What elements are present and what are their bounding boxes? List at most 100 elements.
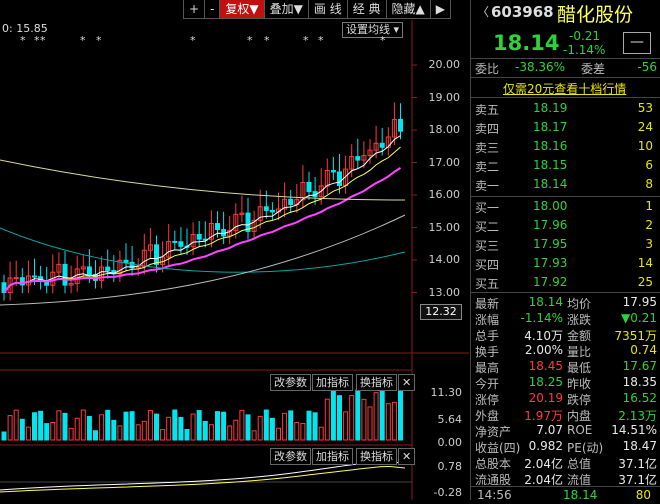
buy-row[interactable]: 买四 17.93 14 [471, 256, 660, 272]
volume-bar [44, 423, 50, 441]
buy-label: 买三 [475, 239, 500, 253]
vol-switch-indicator-button[interactable]: 换指标 [356, 374, 397, 391]
draw-line-button[interactable]: 画 线 [307, 0, 347, 19]
volume-bar [373, 392, 379, 441]
vol-change-param-button[interactable]: 改参数 [270, 374, 311, 391]
sell-volume: 6 [645, 158, 653, 172]
stat-label: PE(动) [567, 441, 604, 455]
volume-bar [99, 414, 105, 441]
volume-bar [166, 416, 172, 441]
sell-price: 18.19 [533, 101, 568, 115]
kline-svg: * * * * * * * * * * * [0, 20, 469, 500]
stat-row: 涨停 20.19 跌停 16.52 [471, 391, 660, 407]
buy-row[interactable]: 买一 18.00 1 [471, 199, 660, 215]
sell-row[interactable]: 卖五 18.19 53 [471, 101, 660, 117]
volume-bar [398, 390, 403, 441]
scroll-right-button[interactable]: ▶ [429, 0, 451, 19]
candle-body [172, 240, 178, 243]
zoom-in-button[interactable]: + [183, 0, 205, 19]
event-marker: * [190, 34, 196, 47]
volume-bar [184, 428, 190, 441]
macd-close-button[interactable]: ✕ [398, 448, 416, 465]
buy-label: 买四 [475, 258, 500, 272]
volume-bar [56, 410, 62, 441]
stat-label: 外盘 [475, 409, 500, 423]
expand-icon[interactable]: 〈 [477, 3, 489, 20]
stat-row: 总手 4.10万 金额 7351万 [471, 327, 660, 343]
stat-value: 2.00% [524, 343, 563, 357]
stat-value: 7351万 [614, 329, 657, 343]
weibi-row: 委比 -38.36% 委差 -56 [471, 60, 660, 76]
chart-toolbar: + - 复权▼ 叠加▼ 画 线 经 典 隐藏▲ ▶ [183, 0, 451, 19]
stock-code: 603968 [491, 3, 554, 21]
adjust-price-button[interactable]: 复权▼ [219, 0, 264, 19]
buy-price: 17.96 [533, 218, 568, 232]
collapse-button[interactable]: — [623, 32, 651, 54]
hide-button[interactable]: 隐藏▲ [385, 0, 430, 19]
overlay-button[interactable]: 叠加▼ [263, 0, 308, 19]
quote-change: -0.21 [569, 29, 601, 43]
buy-row[interactable]: 买五 17.92 25 [471, 275, 660, 291]
volume-bar [154, 413, 159, 441]
volume-bar [68, 427, 74, 441]
volume-bar [337, 395, 342, 441]
promo-link[interactable]: 仅需20元查看十档行情 [503, 80, 626, 97]
stat-label: ROE [567, 423, 593, 437]
buy-label: 买一 [475, 201, 500, 215]
candle-body [178, 241, 184, 247]
vol-close-button[interactable]: ✕ [398, 374, 416, 391]
stat-label: 量比 [567, 345, 592, 359]
stat-value: 18.35 [622, 375, 657, 389]
buy-row[interactable]: 买二 17.96 2 [471, 218, 660, 234]
sell-price: 18.16 [533, 139, 568, 153]
buy-volume: 2 [645, 218, 653, 232]
stat-value: 18.45 [528, 359, 563, 373]
vol-add-indicator-button[interactable]: 加指标 [312, 374, 353, 391]
volume-bar [263, 409, 269, 441]
sell-row[interactable]: 卖四 18.17 24 [471, 120, 660, 136]
sell-volume: 10 [637, 139, 653, 153]
volume-bar [294, 422, 300, 441]
volume-bar [318, 426, 324, 441]
sell-price: 18.14 [533, 177, 568, 191]
buy-volume: 14 [637, 256, 653, 270]
stat-label: 涨停 [475, 393, 500, 407]
buy-price: 18.00 [533, 199, 568, 213]
dea-line [0, 465, 406, 493]
classic-button[interactable]: 经 典 [346, 0, 386, 19]
sell-row[interactable]: 卖一 18.14 8 [471, 177, 660, 193]
volume-bar [38, 410, 44, 441]
volume-bar [245, 414, 251, 441]
macd-tick-low: -0.28 [433, 486, 462, 499]
sell-row[interactable]: 卖二 18.15 6 [471, 158, 660, 174]
volume-bar [74, 417, 80, 441]
volume-bar [62, 412, 68, 441]
macd-change-param-button[interactable]: 改参数 [270, 448, 311, 465]
buy-volume: 3 [645, 237, 653, 251]
price-tick: 13.00 [428, 285, 461, 299]
buy-volume: 25 [637, 275, 653, 289]
zoom-out-button[interactable]: - [204, 0, 220, 19]
price-tick: 15.00 [428, 220, 461, 234]
volume-bar [160, 429, 166, 441]
close-icon: ✕ [402, 376, 412, 389]
quote-header: 〈 603968 醋化股份 [471, 0, 660, 26]
macd-add-indicator-button[interactable]: 加指标 [312, 448, 353, 465]
stat-value: 0.982 [528, 439, 563, 453]
stat-value: 1.97万 [524, 409, 563, 423]
stat-row: 最高 18.45 最低 17.67 [471, 359, 660, 375]
stat-label: 内盘 [567, 409, 592, 423]
macd-switch-indicator-button[interactable]: 换指标 [356, 448, 397, 465]
stat-value: 17.95 [622, 295, 657, 309]
sell-price: 18.15 [533, 158, 568, 172]
buy-row[interactable]: 买三 17.95 3 [471, 237, 660, 253]
candle-body [105, 266, 111, 272]
kline-chart-area[interactable]: 0: 15.85 设置均线 ▾ * * * * * * * * * * * 20.00 19.00 18… [0, 20, 469, 500]
tick-row: 14:56 18.14 80 [471, 488, 660, 504]
sell-row[interactable]: 卖三 18.16 10 [471, 139, 660, 155]
stat-value: 18.14 [528, 295, 563, 309]
volume-bar [361, 398, 367, 441]
stat-label: 涨幅 [475, 313, 500, 327]
volume-bar [233, 419, 239, 441]
candle-body [330, 170, 336, 173]
